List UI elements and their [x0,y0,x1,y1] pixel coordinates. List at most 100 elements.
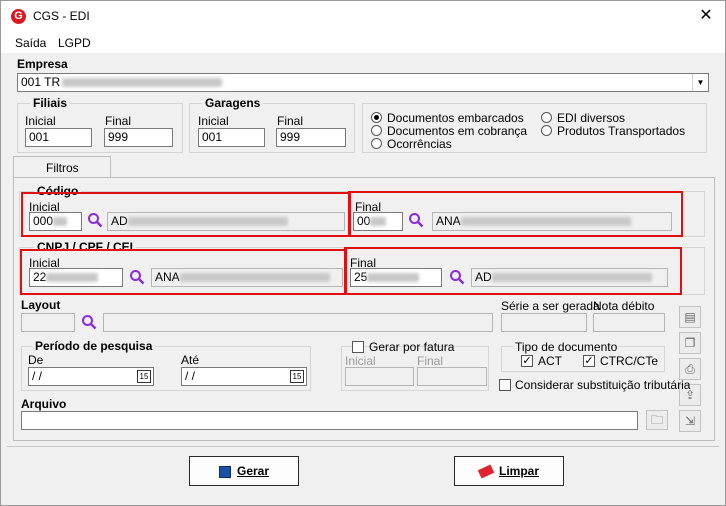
app-window: G CGS - EDI ✕ Saída LGPD Empresa 001 TR … [0,0,726,506]
codigo-inicial-name-text: AD [111,214,128,228]
arquivo-label: Arquivo [21,397,67,411]
search-icon[interactable] [449,269,465,285]
ctrc-label: CTRC/CTe [600,354,659,368]
radio-documentos-cobranca[interactable] [371,125,382,136]
periodo-title: Período de pesquisa [32,339,156,353]
fatura-label: Gerar por fatura [369,340,455,354]
window-title: CGS - EDI [33,9,90,23]
radio-label: Ocorrências [387,137,452,151]
cnpj-final-name: AD [471,268,668,287]
ctrc-checkbox[interactable]: ✓ [583,355,595,367]
redacted-text [370,217,387,227]
cnpj-final-name-text: AD [475,270,492,284]
redacted-text [367,273,420,283]
fatura-inicial-label: Inicial [345,354,376,368]
layout-label: Layout [21,298,61,312]
layout-code-input[interactable] [21,313,75,332]
cnpj-inicial-input[interactable]: 22 [29,268,123,287]
search-icon[interactable] [81,314,97,330]
tab-filtros[interactable]: Filtros [13,156,111,178]
limpar-label: Limpar [498,464,539,478]
limpar-button[interactable]: Limpar [454,456,564,486]
radio-produtos-transportados[interactable] [541,125,552,136]
codigo-final-name-text: ANA [436,214,461,228]
tipo-doc-title: Tipo de documento [513,340,620,354]
redacted-text [491,273,652,283]
radio-edi-diversos[interactable] [541,112,552,123]
garagens-final-label: Final [277,114,304,128]
cnpj-inicial-code: 22 [33,270,47,284]
substituicao-label: Considerar substituição tributária [515,378,691,392]
redacted-text [62,78,223,88]
close-button[interactable]: ✕ [695,6,717,26]
search-icon[interactable] [129,269,145,285]
codigo-final-input[interactable]: 00 [353,212,403,231]
periodo-ate-value: / / [185,369,196,383]
substituicao-checkbox[interactable] [499,379,511,391]
radio-documentos-embarcados[interactable] [371,112,382,123]
redacted-text [460,217,631,227]
filiais-final-label: Final [105,114,132,128]
fatura-final-label: Final [417,354,444,368]
periodo-de-input[interactable]: / / [28,367,154,386]
serie-input[interactable] [501,313,587,332]
arquivo-input[interactable] [21,411,638,430]
cnpj-final-input[interactable]: 25 [350,268,442,287]
redacted-text [127,217,288,227]
redacted-text [46,273,99,283]
fatura-final-input [417,367,487,386]
garagens-inicial-label: Inicial [198,114,229,128]
copy-icon[interactable]: ❐ [679,332,701,354]
redacted-text [53,217,68,227]
search-icon[interactable] [408,212,424,228]
fatura-inicial-input [345,367,414,386]
radio-ocorrencias[interactable] [371,138,382,149]
periodo-ate-label: Até [181,353,200,367]
periodo-de-label: De [28,353,44,367]
cnpj-inicial-name-text: ANA [155,270,180,284]
empresa-select[interactable]: 001 TR ▼ [17,73,709,92]
periodo-de-value: / / [32,369,43,383]
codigo-inicial-code: 000 [33,214,54,228]
codigo-final-code: 00 [357,214,371,228]
radio-label: Documentos embarcados [387,111,524,125]
save-icon [218,465,231,478]
menu-bar: Saída LGPD [1,31,725,53]
gerar-label: Gerar [236,464,270,478]
import-icon[interactable]: ⇲ [679,410,701,432]
cnpj-inicial-name: ANA [151,268,343,287]
document-icon[interactable]: ▤ [679,306,701,328]
empresa-value: 001 TR [21,75,61,89]
codigo-final-name: ANA [432,212,672,231]
cnpj-final-code: 25 [354,270,368,284]
nota-debito-label: Nota débito [593,299,655,313]
print-icon[interactable]: ⎙ [679,358,701,380]
chevron-down-icon[interactable]: ▼ [692,74,708,91]
folder-icon[interactable]: 🗀 [646,410,668,430]
calendar-icon[interactable]: 15 [290,370,304,383]
nota-debito-input[interactable] [593,313,665,332]
garagens-final-input[interactable]: 999 [276,128,346,147]
act-label: ACT [538,354,562,368]
empresa-label: Empresa [17,57,68,71]
act-checkbox[interactable]: ✓ [521,355,533,367]
gerar-button[interactable]: Gerar [189,456,299,486]
calendar-icon[interactable]: 15 [137,370,151,383]
serie-label: Série a ser gerada [501,299,600,313]
layout-name-input [103,313,493,332]
gerar-por-fatura-checkbox[interactable] [352,341,364,353]
filiais-inicial-input[interactable]: 001 [25,128,92,147]
filiais-inicial-label: Inicial [25,114,56,128]
periodo-ate-input[interactable]: / / [181,367,307,386]
tab-filtros-label: Filtros [46,161,79,175]
filiais-title: Filiais [30,96,71,110]
garagens-title: Garagens [202,96,264,110]
filiais-final-input[interactable]: 999 [104,128,173,147]
search-icon[interactable] [87,212,103,228]
redacted-text [179,273,330,283]
menu-item-lgpd[interactable]: LGPD [58,36,91,50]
title-bar: G CGS - EDI ✕ [1,1,725,31]
codigo-inicial-input[interactable]: 000 [29,212,82,231]
menu-item-saida[interactable]: Saída [15,36,46,50]
garagens-inicial-input[interactable]: 001 [198,128,265,147]
